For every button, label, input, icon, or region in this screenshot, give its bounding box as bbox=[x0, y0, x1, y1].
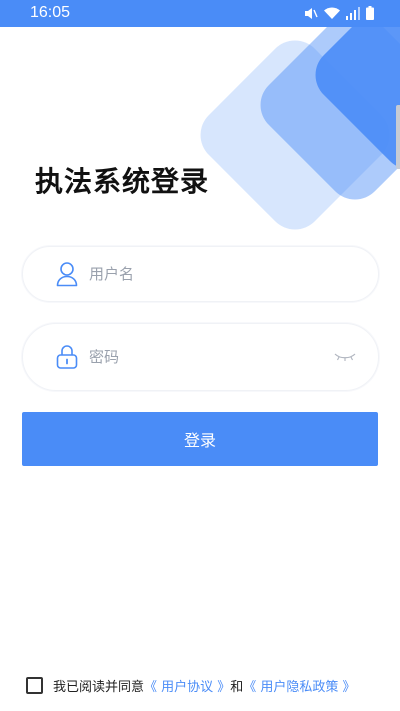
agree-checkbox[interactable] bbox=[26, 677, 43, 694]
username-input[interactable] bbox=[89, 247, 318, 301]
signal-icon bbox=[346, 6, 360, 20]
eye-closed-icon[interactable] bbox=[334, 352, 356, 362]
header-decoration bbox=[200, 0, 400, 230]
lock-icon bbox=[56, 345, 78, 369]
password-input[interactable] bbox=[89, 324, 318, 390]
agreement-row: 我已阅读并同意 《 用户协议 》 和 《 用户隐私政策 》 bbox=[26, 676, 356, 695]
username-field[interactable] bbox=[22, 246, 379, 302]
user-icon bbox=[56, 262, 78, 287]
password-field[interactable] bbox=[22, 323, 379, 391]
user-agreement-link[interactable]: 《 用户协议 》 bbox=[144, 676, 230, 695]
battery-icon bbox=[366, 6, 374, 20]
status-time: 16:05 bbox=[30, 4, 71, 21]
agreement-prefix: 我已阅读并同意 bbox=[53, 680, 145, 695]
privacy-policy-link[interactable]: 《 用户隐私政策 》 bbox=[243, 676, 355, 695]
status-bar: 16:05 bbox=[0, 0, 400, 27]
wifi-icon bbox=[324, 7, 340, 19]
login-button[interactable]: 登录 bbox=[22, 412, 378, 466]
page-title: 执法系统登录 bbox=[35, 164, 210, 198]
mute-icon bbox=[305, 7, 318, 19]
status-icons bbox=[304, 6, 374, 20]
scrollbar-handle[interactable] bbox=[396, 105, 400, 169]
agreement-conjunction: 和 bbox=[230, 680, 244, 695]
